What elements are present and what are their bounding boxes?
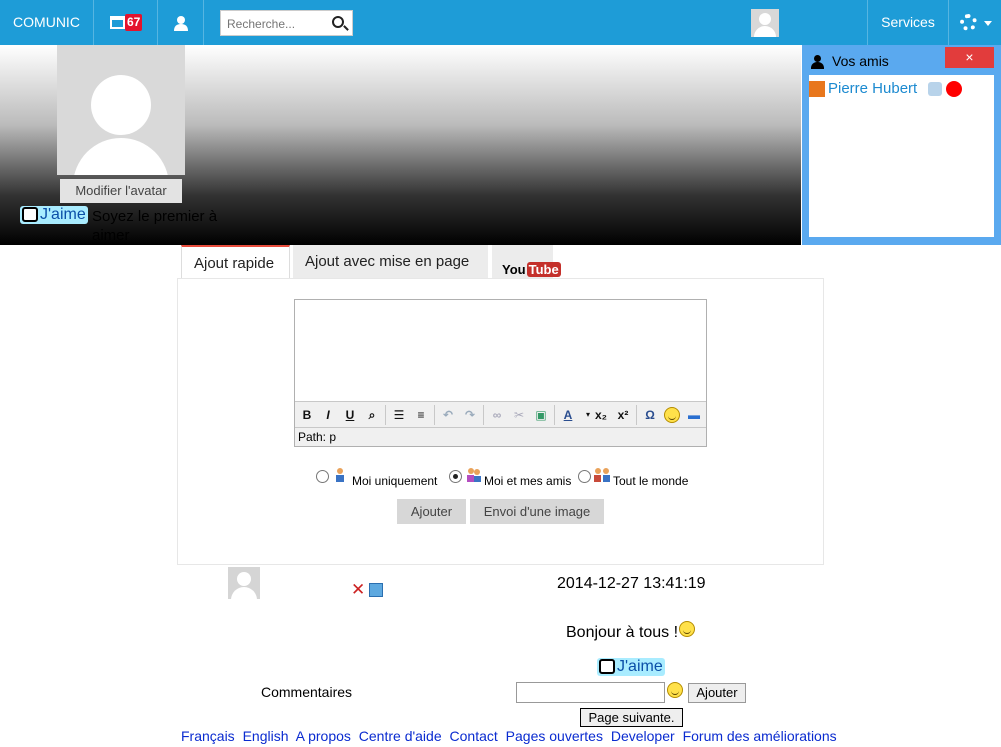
thumbs-up-icon <box>599 659 615 674</box>
friends-requests-button[interactable] <box>159 0 204 45</box>
bullet-list-icon[interactable]: ☰ <box>389 405 409 425</box>
horizontal-rule-icon[interactable]: ▬ <box>684 405 704 425</box>
numbered-list-icon[interactable]: ≡ <box>411 405 431 425</box>
undo-icon[interactable]: ↶ <box>438 405 458 425</box>
footer-link-open-pages[interactable]: Pages ouvertes <box>506 728 603 744</box>
user-icon <box>810 55 824 69</box>
profile-like-button[interactable]: J'aime <box>20 206 88 224</box>
subscript-icon[interactable]: x₂ <box>591 405 611 425</box>
like-label: J'aime <box>40 206 86 223</box>
footer-links: Français English A propos Centre d'aide … <box>181 728 841 744</box>
smiley-icon <box>679 621 695 637</box>
smiley-icon[interactable] <box>664 407 680 423</box>
services-menu[interactable]: Services <box>867 0 949 45</box>
everyone-group-icon <box>594 468 610 482</box>
friends-panel: Vos amis × Pierre Hubert <box>802 45 1001 245</box>
text-color-icon[interactable]: A <box>558 405 578 425</box>
redo-icon[interactable]: ↷ <box>460 405 480 425</box>
friends-group-icon <box>467 468 481 482</box>
visibility-radio-friends[interactable] <box>449 470 462 483</box>
superscript-icon[interactable]: x² <box>613 405 633 425</box>
brand-link[interactable]: COMUNIC <box>0 0 94 45</box>
editor-path: Path: p <box>295 427 706 446</box>
comments-label: Commentaires <box>261 684 353 700</box>
comment-input[interactable] <box>516 682 665 703</box>
underline-icon[interactable]: U <box>340 405 360 425</box>
thumbs-up-icon <box>22 207 38 222</box>
image-icon[interactable]: ▣ <box>531 405 551 425</box>
tab-youtube[interactable]: You Tube <box>492 245 561 278</box>
search-icon[interactable] <box>332 16 344 28</box>
user-avatar[interactable] <box>751 9 779 37</box>
chat-icon[interactable] <box>928 82 942 96</box>
profile-avatar <box>57 45 185 175</box>
notifications-icon <box>110 16 125 29</box>
edit-icon[interactable] <box>369 583 383 597</box>
delete-icon[interactable]: ✕ <box>351 581 365 598</box>
search-input[interactable] <box>227 15 325 32</box>
friends-panel-title: Vos amis <box>832 53 889 69</box>
top-navigation-bar: COMUNIC 67 Services <box>0 0 1001 45</box>
notification-count-badge: 67 <box>125 14 143 31</box>
like-label: J'aime <box>617 658 663 675</box>
visibility-label-me: Moi uniquement <box>352 474 438 488</box>
rich-text-editor[interactable]: B I U ⌕ ☰ ≡ ↶ ↷ ∞ ✂ ▣ A ▾ x₂ x² Ω ▬ Path… <box>294 299 707 447</box>
visibility-radio-me[interactable] <box>316 470 329 483</box>
italic-icon[interactable]: I <box>318 405 338 425</box>
status-dot <box>946 81 962 97</box>
post-author-avatar[interactable] <box>228 567 260 599</box>
footer-link-french[interactable]: Français <box>181 728 235 744</box>
binoculars-icon[interactable]: ⌕ <box>362 405 382 425</box>
link-icon[interactable]: ∞ <box>487 405 507 425</box>
notifications-button[interactable]: 67 <box>95 0 158 45</box>
search-box <box>220 10 353 36</box>
special-char-icon[interactable]: Ω <box>640 405 660 425</box>
close-button[interactable]: × <box>945 47 994 68</box>
friends-list: Pierre Hubert <box>809 75 994 237</box>
add-post-button[interactable]: Ajouter <box>397 499 466 524</box>
post-message: Bonjour à tous ! <box>566 624 679 641</box>
post-like-button[interactable]: J'aime <box>597 658 665 676</box>
friend-name-link[interactable]: Pierre Hubert <box>828 80 917 97</box>
send-image-button[interactable]: Envoi d'une image <box>470 499 604 524</box>
friend-avatar[interactable] <box>809 81 825 97</box>
modify-avatar-button[interactable]: Modifier l'avatar <box>60 179 182 203</box>
visibility-label-friends: Moi et mes amis <box>484 474 572 488</box>
unlink-icon[interactable]: ✂ <box>509 405 529 425</box>
footer-link-developer[interactable]: Developer <box>611 728 675 744</box>
comment-submit-button[interactable]: Ajouter <box>688 683 746 703</box>
be-first-to-like-text: Soyez le premier à aimer <box>92 208 218 244</box>
single-user-icon <box>336 468 344 482</box>
next-page-button[interactable]: Page suivante. <box>580 708 683 727</box>
footer-link-about[interactable]: A propos <box>296 728 351 744</box>
editor-toolbar: B I U ⌕ ☰ ≡ ↶ ↷ ∞ ✂ ▣ A ▾ x₂ x² Ω ▬ <box>295 401 706 427</box>
tab-quick-add[interactable]: Ajout rapide <box>181 245 290 278</box>
smiley-icon[interactable] <box>667 682 683 698</box>
footer-link-forum[interactable]: Forum des améliorations <box>683 728 837 744</box>
bold-icon[interactable]: B <box>297 405 317 425</box>
gear-icon[interactable] <box>960 14 977 31</box>
visibility-radio-everyone[interactable] <box>578 470 591 483</box>
tab-layout-add[interactable]: Ajout avec mise en page <box>293 245 488 278</box>
chevron-down-icon[interactable] <box>984 21 992 26</box>
user-icon <box>174 16 188 31</box>
footer-link-english[interactable]: English <box>243 728 289 744</box>
post-date: 2014-12-27 13:41:19 <box>557 575 706 592</box>
footer-link-contact[interactable]: Contact <box>450 728 498 744</box>
footer-link-help[interactable]: Centre d'aide <box>359 728 442 744</box>
visibility-label-everyone: Tout le monde <box>613 474 689 488</box>
